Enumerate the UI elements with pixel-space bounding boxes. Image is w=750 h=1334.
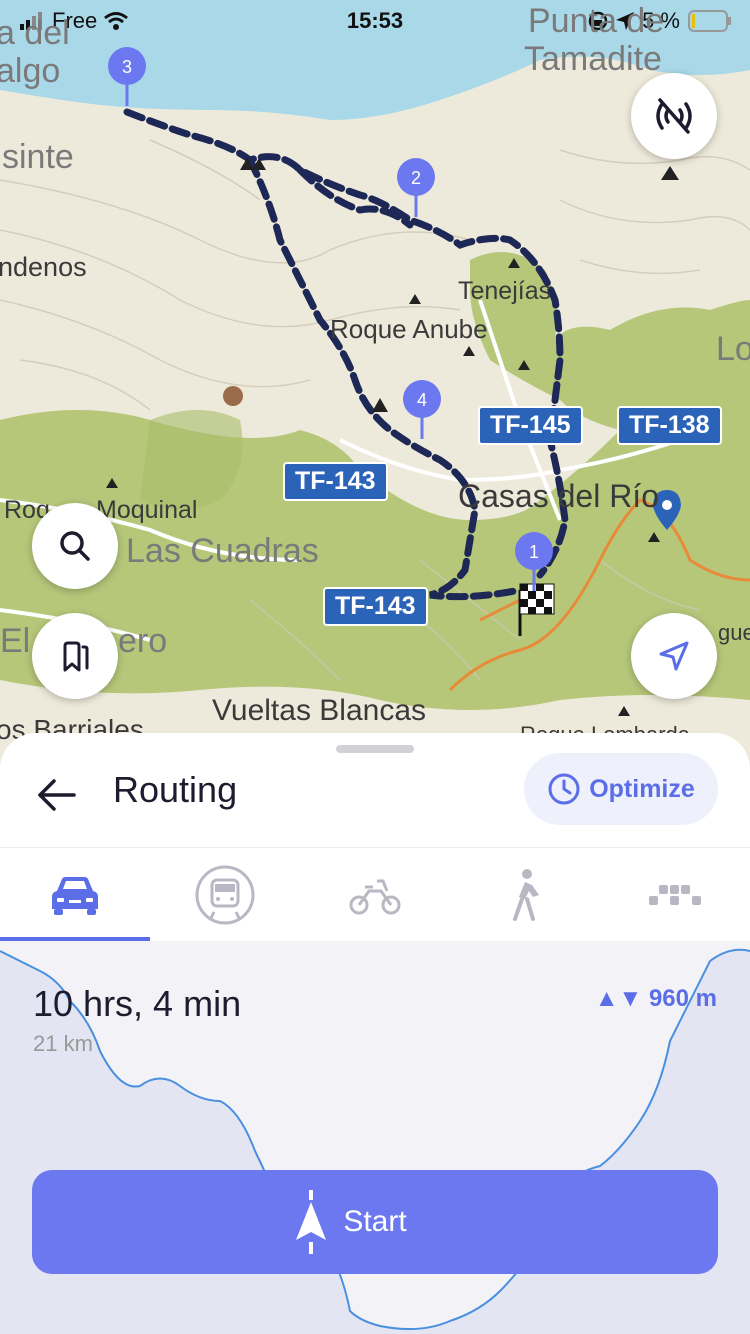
start-button[interactable]: Start (32, 1170, 718, 1274)
place-label: a del (0, 14, 70, 52)
optimize-button[interactable]: Optimize (524, 753, 718, 825)
map-view[interactable]: Free 15:53 5 % Punta de Tamadite a del a… (0, 0, 750, 780)
my-location-button[interactable] (631, 613, 717, 699)
place-label: Casas del Río (458, 478, 659, 514)
place-label: Lo (716, 330, 750, 368)
routing-sheet: Routing Optimize 10 hrs, 4 min 21 km ▲▼ … (0, 733, 750, 1334)
navigate-arrow-icon (659, 641, 689, 671)
search-button[interactable] (32, 503, 118, 589)
arrow-left-icon (38, 779, 76, 811)
road-badge: TF-143 (283, 462, 388, 501)
road-badge: TF-145 (478, 406, 583, 445)
place-label: algo (0, 52, 61, 90)
tab-more[interactable] (600, 848, 750, 942)
elevation-gain: ▲▼ 960 m (595, 985, 717, 1013)
place-label: Roque Anube (330, 314, 488, 344)
tab-walk[interactable] (450, 848, 600, 942)
clock-icon (548, 773, 580, 805)
elevation-value: 960 m (648, 985, 717, 1012)
road-badge: TF-138 (617, 406, 722, 445)
place-label: gue (718, 620, 750, 645)
waypoint-number: 4 (417, 390, 427, 410)
tab-bike[interactable] (300, 848, 450, 942)
gps-toggle-button[interactable] (631, 73, 717, 159)
place-label: sinte (2, 138, 74, 176)
navigation-arrow-icon (296, 1190, 326, 1254)
route-duration: 10 hrs, 4 min (33, 983, 242, 1024)
optimize-label: Optimize (589, 774, 695, 803)
no-signal-icon (656, 98, 692, 134)
place-label: Las Cuadras (126, 532, 319, 570)
poi-marker[interactable] (223, 386, 243, 406)
place-label: Vueltas Blancas (212, 694, 427, 727)
place-label: Tenejías (458, 277, 552, 305)
waypoint-number: 2 (411, 168, 421, 188)
place-label: ndenos (0, 252, 87, 282)
waypoint-pin-4[interactable]: 4 (402, 379, 442, 439)
sheet-drag-handle[interactable] (336, 745, 414, 753)
up-down-arrows-icon: ▲▼ (594, 985, 643, 1012)
waypoint-number: 3 (122, 57, 132, 77)
scooter-icon (349, 879, 401, 915)
bookmarks-button[interactable] (32, 613, 118, 699)
tab-car[interactable] (0, 848, 150, 942)
waypoint-pin-1[interactable]: 1 (514, 531, 554, 591)
place-label: El (0, 622, 31, 660)
place-label: Punta de (528, 2, 665, 40)
bookmarks-icon (63, 641, 89, 672)
place-label: ero (118, 622, 168, 660)
page-title: Routing (113, 769, 238, 810)
car-icon (52, 877, 98, 915)
train-icon (195, 865, 255, 925)
place-label: Moquinal (96, 496, 198, 524)
tab-transit[interactable] (150, 848, 300, 942)
waypoint-pin-2[interactable]: 2 (396, 157, 436, 217)
transport-mode-tabs (0, 847, 750, 942)
battery-icon (688, 10, 731, 32)
road-badge: TF-143 (323, 587, 428, 626)
route-distance: 21 km (33, 1031, 93, 1056)
waypoint-number: 1 (529, 542, 539, 562)
walk-icon (513, 869, 539, 921)
waypoint-pin-3[interactable]: 3 (107, 46, 147, 106)
place-label: Tamadite (524, 40, 662, 78)
more-modes-icon (649, 885, 701, 905)
search-icon (60, 531, 90, 561)
back-button[interactable] (30, 769, 82, 821)
start-label: Start (343, 1205, 407, 1238)
